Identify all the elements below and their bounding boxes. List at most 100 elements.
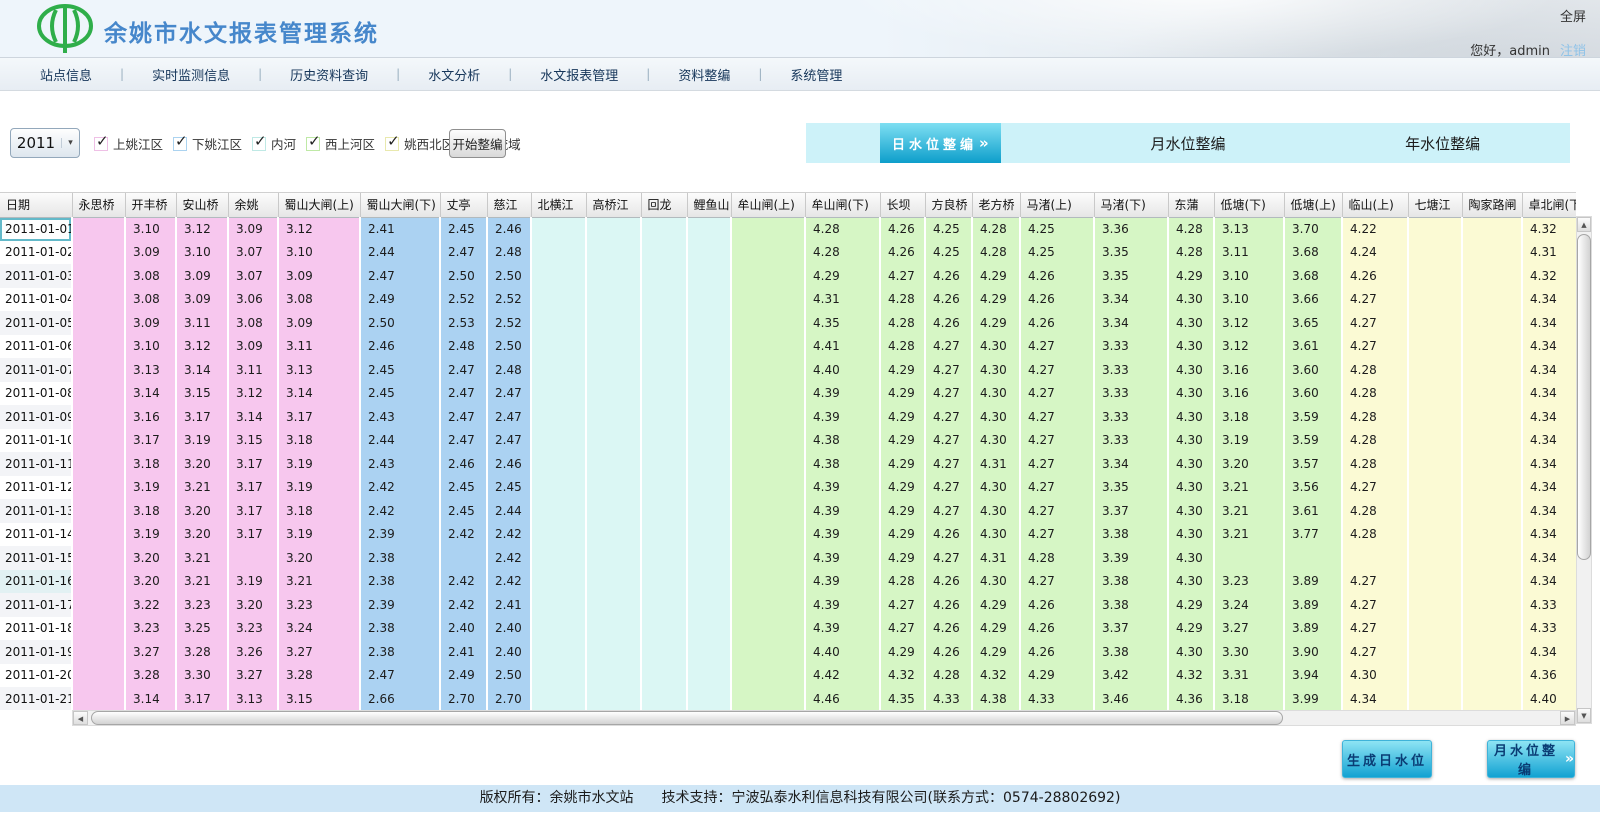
checkbox-box[interactable]: ✓ xyxy=(306,137,320,151)
value-cell[interactable]: 3.66 xyxy=(1284,288,1342,312)
value-cell[interactable] xyxy=(1462,499,1522,523)
value-cell[interactable]: 3.09 xyxy=(176,288,228,312)
value-cell[interactable]: 4.30 xyxy=(1168,570,1214,594)
horizontal-scrollbar[interactable]: ◀ ▶ xyxy=(72,710,1576,726)
value-cell[interactable] xyxy=(641,570,687,594)
value-cell[interactable] xyxy=(531,358,586,382)
value-cell[interactable] xyxy=(731,640,805,664)
vertical-scrollbar[interactable]: ▲ ▼ xyxy=(1576,216,1592,724)
value-cell[interactable]: 4.29 xyxy=(1168,264,1214,288)
checkbox-box[interactable]: ✓ xyxy=(252,137,266,151)
value-cell[interactable] xyxy=(72,476,125,500)
value-cell[interactable]: 2.50 xyxy=(487,335,531,359)
value-cell[interactable] xyxy=(531,311,586,335)
value-cell[interactable] xyxy=(586,523,641,547)
value-cell[interactable]: 2.45 xyxy=(440,499,487,523)
value-cell[interactable] xyxy=(687,288,731,312)
value-cell[interactable] xyxy=(731,288,805,312)
value-cell[interactable]: 3.15 xyxy=(228,429,278,453)
value-cell[interactable] xyxy=(586,382,641,406)
value-cell[interactable]: 4.38 xyxy=(805,452,880,476)
value-cell[interactable]: 4.26 xyxy=(880,241,925,265)
value-cell[interactable] xyxy=(687,664,731,688)
value-cell[interactable] xyxy=(1462,217,1522,241)
value-cell[interactable]: 4.27 xyxy=(1342,311,1408,335)
value-cell[interactable] xyxy=(641,335,687,359)
value-cell[interactable]: 2.66 xyxy=(360,687,440,710)
value-cell[interactable] xyxy=(1462,523,1522,547)
value-cell[interactable]: 4.25 xyxy=(925,241,972,265)
value-cell[interactable]: 4.29 xyxy=(1020,664,1094,688)
value-cell[interactable] xyxy=(72,617,125,641)
value-cell[interactable] xyxy=(1462,617,1522,641)
value-cell[interactable]: 3.20 xyxy=(176,523,228,547)
value-cell[interactable]: 4.28 xyxy=(1342,358,1408,382)
value-cell[interactable] xyxy=(1462,664,1522,688)
value-cell[interactable]: 2.42 xyxy=(440,593,487,617)
value-cell[interactable] xyxy=(641,687,687,710)
value-cell[interactable]: 2.39 xyxy=(360,523,440,547)
value-cell[interactable] xyxy=(641,476,687,500)
value-cell[interactable]: 4.27 xyxy=(1342,288,1408,312)
value-cell[interactable] xyxy=(1408,523,1462,547)
value-cell[interactable]: 3.68 xyxy=(1284,264,1342,288)
value-cell[interactable] xyxy=(586,476,641,500)
value-cell[interactable] xyxy=(1408,335,1462,359)
value-cell[interactable]: 4.22 xyxy=(1342,217,1408,241)
value-cell[interactable]: 4.27 xyxy=(925,499,972,523)
value-cell[interactable] xyxy=(731,217,805,241)
value-cell[interactable]: 3.19 xyxy=(228,570,278,594)
nav-item-2[interactable]: 实时监测信息 xyxy=(150,65,232,84)
value-cell[interactable]: 4.28 xyxy=(805,241,880,265)
value-cell[interactable] xyxy=(731,311,805,335)
value-cell[interactable] xyxy=(531,687,586,710)
value-cell[interactable] xyxy=(531,499,586,523)
value-cell[interactable]: 3.77 xyxy=(1284,523,1342,547)
value-cell[interactable]: 4.34 xyxy=(1522,358,1576,382)
value-cell[interactable]: 2.50 xyxy=(360,311,440,335)
value-cell[interactable]: 4.27 xyxy=(1342,617,1408,641)
value-cell[interactable]: 3.33 xyxy=(1094,335,1168,359)
value-cell[interactable] xyxy=(687,640,731,664)
value-cell[interactable]: 3.14 xyxy=(228,405,278,429)
value-cell[interactable]: 3.18 xyxy=(1214,405,1284,429)
value-cell[interactable] xyxy=(731,617,805,641)
value-cell[interactable] xyxy=(687,264,731,288)
value-cell[interactable]: 2.52 xyxy=(487,288,531,312)
value-cell[interactable]: 4.34 xyxy=(1522,523,1576,547)
value-cell[interactable]: 4.26 xyxy=(1020,311,1094,335)
value-cell[interactable]: 3.26 xyxy=(228,640,278,664)
value-cell[interactable]: 3.37 xyxy=(1094,499,1168,523)
value-cell[interactable]: 3.12 xyxy=(1214,311,1284,335)
value-cell[interactable]: 2.70 xyxy=(487,687,531,710)
value-cell[interactable] xyxy=(641,546,687,570)
value-cell[interactable]: 4.27 xyxy=(880,593,925,617)
value-cell[interactable]: 3.37 xyxy=(1094,617,1168,641)
date-cell[interactable]: 2011-01-20 xyxy=(0,664,72,688)
value-cell[interactable]: 4.27 xyxy=(1020,335,1094,359)
value-cell[interactable]: 3.19 xyxy=(1214,429,1284,453)
nav-item-1[interactable]: 站点信息 xyxy=(38,65,94,84)
date-cell[interactable]: 2011-01-08 xyxy=(0,382,72,406)
value-cell[interactable]: 3.19 xyxy=(125,476,176,500)
value-cell[interactable] xyxy=(531,264,586,288)
value-cell[interactable]: 3.12 xyxy=(1214,335,1284,359)
value-cell[interactable]: 3.60 xyxy=(1284,382,1342,406)
value-cell[interactable]: 4.27 xyxy=(1020,476,1094,500)
value-cell[interactable] xyxy=(1408,288,1462,312)
value-cell[interactable] xyxy=(586,593,641,617)
value-cell[interactable]: 3.27 xyxy=(278,640,360,664)
value-cell[interactable]: 3.12 xyxy=(228,382,278,406)
value-cell[interactable]: 3.13 xyxy=(278,358,360,382)
value-cell[interactable]: 3.07 xyxy=(228,241,278,265)
value-cell[interactable]: 2.45 xyxy=(360,358,440,382)
value-cell[interactable]: 3.10 xyxy=(1214,288,1284,312)
value-cell[interactable]: 3.23 xyxy=(176,593,228,617)
value-cell[interactable]: 4.27 xyxy=(925,405,972,429)
value-cell[interactable] xyxy=(1408,311,1462,335)
value-cell[interactable]: 2.45 xyxy=(487,476,531,500)
value-cell[interactable] xyxy=(586,288,641,312)
date-cell[interactable]: 2011-01-18 xyxy=(0,617,72,641)
value-cell[interactable]: 3.20 xyxy=(278,546,360,570)
value-cell[interactable]: 3.42 xyxy=(1094,664,1168,688)
